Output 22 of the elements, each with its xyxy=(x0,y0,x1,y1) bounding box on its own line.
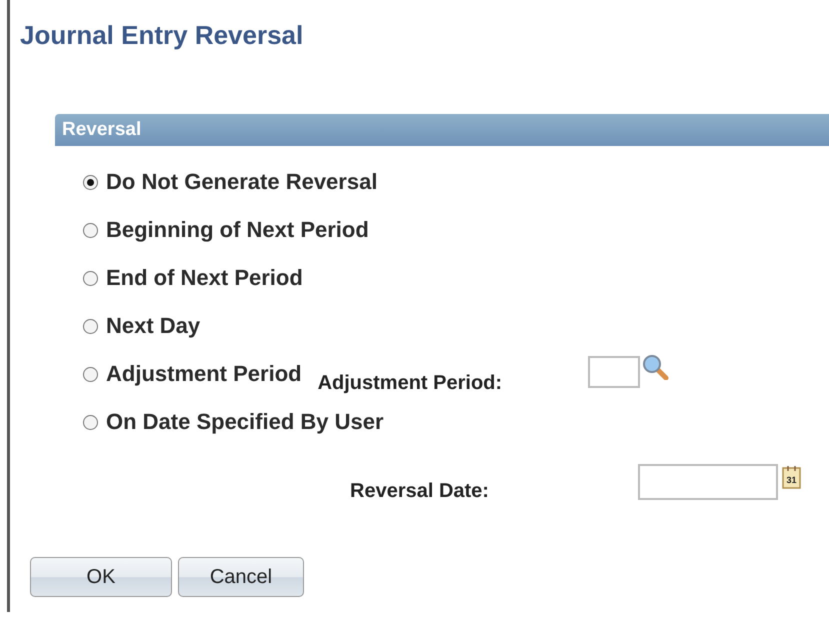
radio-option[interactable]: Do Not Generate Reversal xyxy=(83,169,378,195)
radio-option[interactable]: On Date Specified By User xyxy=(83,409,384,435)
date-field[interactable] xyxy=(638,464,778,500)
radio-option[interactable]: End of Next Period xyxy=(83,265,303,291)
radio-option[interactable]: Next Day xyxy=(83,313,200,339)
search-icon[interactable] xyxy=(642,354,670,380)
radio-button[interactable] xyxy=(83,366,98,382)
input-field[interactable] xyxy=(588,356,640,388)
ok-button[interactable]: OK xyxy=(30,557,172,597)
field-label: Reversal Date: xyxy=(350,480,490,503)
radio-option[interactable]: Adjustment Period xyxy=(83,361,302,387)
section-header: Reversal xyxy=(55,114,829,146)
radio-button[interactable] xyxy=(83,270,98,286)
calendar-icon[interactable]: 31 xyxy=(782,464,802,488)
page-title: Journal Entry Reversal xyxy=(20,19,304,51)
field-label: Adjustment Period: xyxy=(318,372,504,394)
cancel-button[interactable]: Cancel xyxy=(178,557,304,597)
radio-option[interactable]: Beginning of Next Period xyxy=(83,217,369,243)
radio-button[interactable] xyxy=(83,174,98,190)
radio-button[interactable] xyxy=(83,414,98,430)
radio-button[interactable] xyxy=(83,318,98,334)
radio-button[interactable] xyxy=(83,222,98,238)
